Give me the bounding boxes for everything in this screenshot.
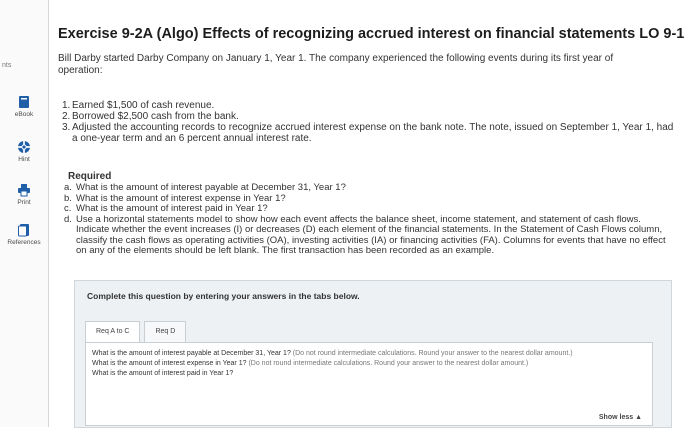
requirement-item: a. What is the amount of interest payable… [64, 182, 346, 193]
print-button[interactable]: Print [0, 183, 48, 206]
tab-content: What is the amount of interest payable a… [85, 342, 653, 426]
intro-text: Bill Darby started Darby Company on Janu… [58, 53, 614, 76]
life-ring-icon [18, 141, 30, 153]
printer-icon [18, 184, 30, 197]
answer-panel: Complete this question by entering your … [74, 280, 672, 428]
question-item: What is the amount of interest payable a… [92, 350, 573, 357]
document-icon [18, 224, 29, 237]
references-label: References [7, 239, 41, 246]
print-label: Print [17, 199, 31, 206]
question-item: What is the amount of interest expense i… [92, 360, 529, 367]
page-title: Exercise 9-2A (Algo) Effects of recogniz… [58, 26, 685, 42]
event-item: 3. Adjusted the accounting records to rec… [62, 122, 674, 144]
events-list: 1. Earned $1,500 of cash revenue. 2. Borro… [62, 100, 677, 144]
points-label: nts [2, 62, 12, 69]
sidebar: nts eBook Hint Print References [0, 0, 49, 427]
hint-label: Hint [18, 156, 30, 163]
panel-instruction: Complete this question by entering your … [87, 291, 360, 301]
requirement-item: c. What is the amount of interest paid in… [64, 203, 268, 214]
ebook-label: eBook [14, 111, 34, 118]
tab-req-d[interactable]: Req D [144, 321, 187, 343]
question-item: What is the amount of interest paid in Y… [92, 370, 234, 377]
main-content: Exercise 9-2A (Algo) Effects of recogniz… [56, 0, 700, 428]
event-item: 2. Borrowed $2,500 cash from the bank. [62, 111, 239, 122]
required-heading: Required [68, 171, 112, 182]
tab-bar: Req A to C Req D [85, 321, 190, 343]
hint-button[interactable]: Hint [0, 140, 48, 163]
show-less-link[interactable]: Show less ▲ [599, 414, 642, 421]
question-list: What is the amount of interest payable a… [92, 349, 632, 379]
requirements-list: a. What is the amount of interest payable… [64, 182, 669, 257]
ebook-button[interactable]: eBook [0, 95, 48, 118]
event-item: 1. Earned $1,500 of cash revenue. [62, 100, 215, 111]
requirement-item: d. Use a horizontal statements model to s… [64, 213, 666, 256]
references-button[interactable]: References [0, 223, 48, 246]
book-icon [19, 96, 29, 108]
tab-req-a-to-c[interactable]: Req A to C [85, 321, 141, 343]
